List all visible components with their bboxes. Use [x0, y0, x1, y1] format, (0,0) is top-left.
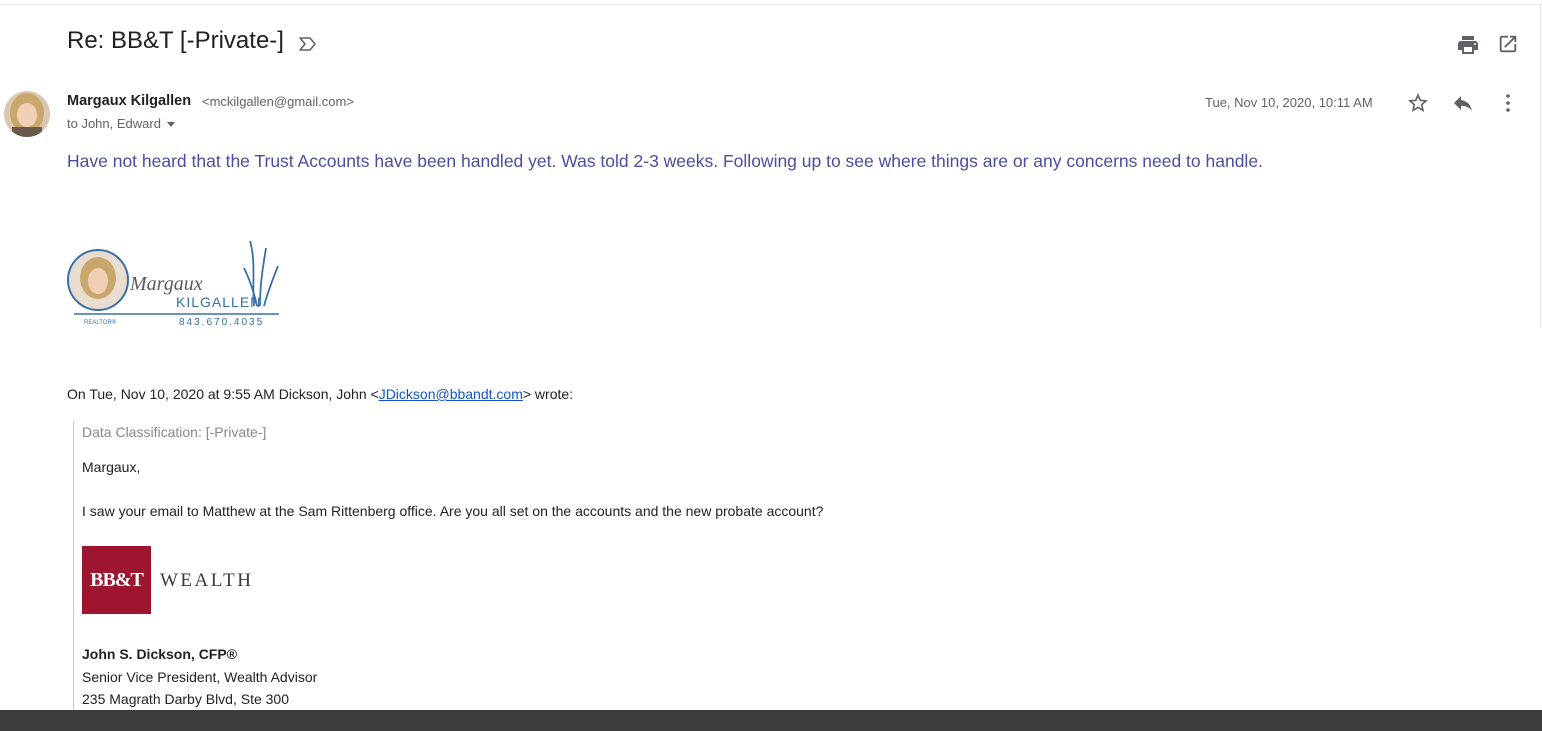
- recipients-dropdown[interactable]: to John, Edward: [67, 116, 175, 131]
- attribution-email-link[interactable]: JDickson@bbandt.com: [379, 386, 523, 402]
- sender-avatar[interactable]: [4, 91, 50, 137]
- open-in-new-window-icon[interactable]: [1497, 33, 1519, 55]
- logo-first-name: Margaux: [129, 273, 203, 295]
- data-classification: Data Classification: [-Private-]: [82, 424, 267, 440]
- sender-name: Margaux Kilgallen: [67, 93, 192, 109]
- email-subject: Re: BB&T [-Private-]: [67, 27, 284, 54]
- message-body: Have not heard that the Trust Accounts h…: [67, 151, 1263, 171]
- quote-attribution: On Tue, Nov 10, 2020 at 9:55 AM Dickson,…: [67, 386, 573, 402]
- sender-email: <mckilgallen@gmail.com>: [202, 94, 354, 109]
- quoted-greeting: Margaux,: [82, 459, 141, 475]
- bbt-logo: BB&T: [82, 546, 151, 614]
- bbt-logo-text: BB&T: [90, 568, 144, 591]
- top-divider: [0, 4, 1542, 5]
- logo-realtor-tag: REALTOR®: [84, 319, 117, 326]
- reply-icon[interactable]: [1451, 91, 1475, 115]
- signature-title: Senior Vice President, Wealth Advisor: [82, 669, 318, 685]
- logo-last-name: KILGALLEN: [176, 294, 261, 310]
- email-date: Tue, Nov 10, 2020, 10:11 AM: [1205, 95, 1373, 110]
- logo-phone: 843.670.4035: [179, 317, 264, 328]
- quote-bar: [73, 421, 74, 713]
- star-icon[interactable]: [1406, 91, 1430, 115]
- chevron-down-icon[interactable]: [166, 122, 175, 128]
- attribution-prefix: On Tue, Nov 10, 2020 at 9:55 AM Dickson,…: [67, 386, 379, 402]
- right-divider: [1540, 5, 1541, 327]
- realtor-signature-logo: Margaux KILGALLEN 843.670.4035 REALTOR®: [67, 240, 279, 328]
- attribution-suffix: > wrote:: [522, 386, 574, 402]
- quoted-body: I saw your email to Matthew at the Sam R…: [82, 503, 824, 519]
- bbt-wealth-wordmark: WEALTH: [160, 570, 254, 591]
- taskbar: [0, 710, 1542, 731]
- print-icon[interactable]: [1456, 33, 1480, 57]
- signature-name: John S. Dickson, CFP®: [82, 646, 238, 662]
- important-marker-icon[interactable]: [298, 36, 318, 52]
- more-vertical-icon[interactable]: [1496, 91, 1520, 115]
- signature-address: 235 Magrath Darby Blvd, Ste 300: [82, 691, 290, 707]
- recipients-label: to John, Edward: [67, 116, 161, 131]
